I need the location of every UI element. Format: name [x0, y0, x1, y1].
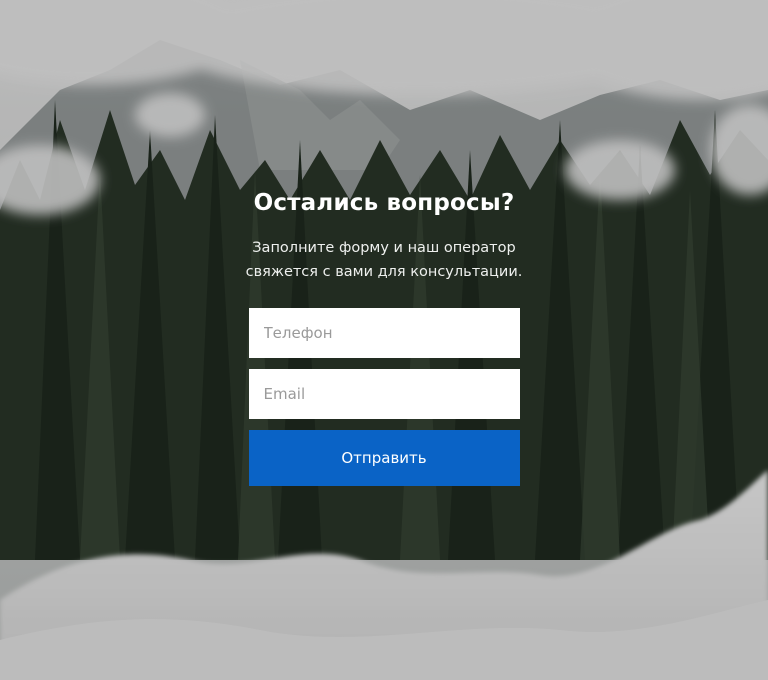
section-title: Остались вопросы?: [253, 190, 515, 216]
phone-input[interactable]: [248, 308, 520, 358]
submit-button[interactable]: Отправить: [248, 430, 520, 486]
section-subtitle: Заполните форму и наш оператор свяжется …: [224, 236, 544, 284]
subtitle-line-2: свяжется с вами для консультации.: [245, 264, 523, 280]
contact-form: Отправить: [248, 308, 520, 486]
subtitle-line-1: Заполните форму и наш оператор: [252, 240, 516, 256]
contact-section: Остались вопросы? Заполните форму и наш …: [0, 0, 768, 680]
contact-form-block: Остались вопросы? Заполните форму и наш …: [0, 0, 768, 486]
email-input[interactable]: [248, 369, 520, 419]
